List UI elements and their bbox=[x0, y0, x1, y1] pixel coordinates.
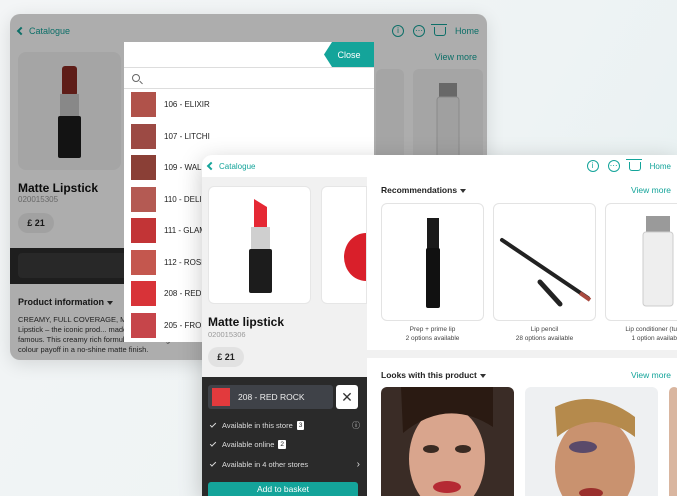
rec-options: 1 option availab bbox=[631, 335, 677, 342]
availability-row[interactable]: Available in 4 other stores › bbox=[209, 459, 360, 470]
rec-options: 2 options available bbox=[405, 335, 460, 342]
shade-label: 107 - LITCHI bbox=[164, 131, 210, 141]
top-nav: Catalogue i ⋯ Home bbox=[202, 155, 677, 177]
shade-swatch bbox=[131, 249, 156, 275]
shade-label: 106 - ELIXIR bbox=[164, 100, 210, 110]
availability-label: Available online bbox=[222, 440, 275, 449]
rec-card[interactable] bbox=[493, 203, 596, 321]
chevron-right-icon: › bbox=[356, 459, 360, 470]
caret-down-icon bbox=[460, 188, 467, 193]
back-link[interactable]: Catalogue bbox=[206, 161, 256, 171]
shade-label: 208 - RED ROCK bbox=[238, 392, 305, 402]
availability-row: Available online 2 bbox=[209, 440, 360, 449]
product-code: 020015306 bbox=[208, 330, 246, 339]
add-to-basket-button[interactable]: Add to basket bbox=[208, 482, 358, 496]
close-icon: ✕ bbox=[341, 388, 353, 405]
availability-label: Available in 4 other stores bbox=[222, 460, 309, 469]
look-photo[interactable] bbox=[381, 387, 514, 496]
look-photo[interactable] bbox=[525, 387, 658, 496]
chevron-left-icon bbox=[206, 161, 216, 171]
rec-name: Prep + prime lip bbox=[409, 326, 456, 333]
home-link[interactable]: Home bbox=[650, 162, 671, 171]
check-icon bbox=[209, 421, 217, 428]
rec-card[interactable] bbox=[605, 203, 677, 321]
shade-option[interactable]: 106 - ELIXIR bbox=[124, 89, 374, 121]
shade-swatch bbox=[131, 312, 156, 338]
price-badge: £ 21 bbox=[208, 347, 244, 367]
availability-label: Available in this store bbox=[222, 421, 293, 430]
shade-swatch bbox=[212, 388, 230, 406]
rec-card[interactable] bbox=[381, 203, 484, 321]
shade-swatch bbox=[131, 155, 156, 181]
product-title: Matte lipstick bbox=[208, 315, 285, 329]
product-image[interactable] bbox=[208, 186, 311, 304]
shade-swatch bbox=[131, 218, 156, 244]
more-icon[interactable]: ⋯ bbox=[607, 160, 620, 172]
shade-swatch bbox=[131, 92, 156, 118]
looks-heading: Looks with this product bbox=[381, 370, 477, 380]
shade-swatch bbox=[131, 186, 156, 212]
view-more-link[interactable]: View more bbox=[631, 185, 671, 195]
info-icon[interactable]: i bbox=[586, 160, 599, 172]
shade-label: 111 - GLAM bbox=[164, 226, 206, 236]
looks-toggle[interactable]: Looks with this product bbox=[381, 370, 486, 380]
check-icon bbox=[209, 460, 217, 467]
section-divider bbox=[367, 350, 677, 358]
product-image-alt[interactable] bbox=[321, 186, 367, 304]
count-badge: 2 bbox=[278, 440, 287, 449]
rec-caption: Lip conditioner (tu 1 option availab bbox=[605, 325, 677, 343]
shade-label: 208 - RED bbox=[164, 289, 202, 299]
check-icon bbox=[209, 440, 217, 447]
info-icon[interactable]: ⓘ bbox=[352, 420, 360, 431]
shade-option[interactable]: 107 - LITCHI bbox=[124, 121, 374, 153]
shade-label: 110 - DELIC bbox=[164, 194, 208, 204]
selected-shade[interactable]: 208 - RED ROCK bbox=[208, 385, 333, 409]
rec-caption: Prep + prime lip 2 options available bbox=[381, 325, 484, 343]
look-photo[interactable] bbox=[669, 387, 677, 496]
close-button[interactable]: Close bbox=[324, 42, 374, 67]
rec-caption: Lip pencil 28 options available bbox=[493, 325, 596, 343]
rec-options: 28 options available bbox=[515, 335, 574, 342]
looks-view-more-link[interactable]: View more bbox=[631, 370, 671, 380]
shade-label: 205 - FRO bbox=[164, 320, 202, 330]
search-field[interactable] bbox=[124, 67, 374, 89]
shade-label: 112 - ROSE bbox=[164, 257, 207, 267]
count-badge: 3 bbox=[296, 421, 305, 430]
recommendations-heading: Recommendations bbox=[381, 185, 458, 195]
rec-name: Lip conditioner (tu bbox=[625, 326, 677, 333]
basket-icon[interactable] bbox=[625, 158, 642, 171]
search-icon bbox=[132, 74, 140, 82]
shade-swatch bbox=[131, 123, 156, 149]
product-window: Catalogue i ⋯ Home Matte lipstick 020015… bbox=[202, 155, 677, 496]
recommendations-toggle[interactable]: Recommendations bbox=[381, 185, 467, 195]
shade-label: 109 - WALI bbox=[164, 163, 204, 173]
availability-row: Available in this store 3 ⓘ bbox=[209, 420, 360, 431]
rec-name: Lip pencil bbox=[530, 326, 559, 333]
back-label: Catalogue bbox=[219, 161, 256, 171]
caret-down-icon bbox=[479, 373, 486, 378]
clear-shade-button[interactable]: ✕ bbox=[336, 385, 358, 409]
shade-swatch bbox=[131, 281, 156, 307]
